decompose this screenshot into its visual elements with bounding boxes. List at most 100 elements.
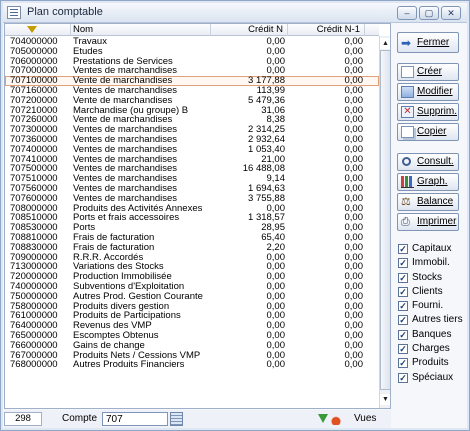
minimize-button[interactable]: – xyxy=(397,6,417,20)
table-row[interactable]: 750000000 Autres Prod. Gestion Courante 0,… xyxy=(5,291,379,302)
table-row[interactable]: 707000000 Ventes de marchandises 0,00 0,00 xyxy=(5,66,379,76)
filter-checkbox[interactable]: ✓ xyxy=(398,329,408,340)
column-header-code[interactable] xyxy=(5,24,71,36)
filter-checkbox-row[interactable]: ✓ Capitaux xyxy=(398,243,468,257)
table-row[interactable]: 708810000 Frais de facturation 65,40 0,00 xyxy=(5,233,379,243)
copier-button[interactable]: Copier xyxy=(397,123,459,141)
table-row[interactable]: 707560000 Ventes de marchandises 1 694,63 0… xyxy=(5,184,379,194)
table-row[interactable]: 708000000 Produits des Activités Annexes 0… xyxy=(5,203,379,214)
accounts-grid[interactable]: Nom Crédit N Crédit N-1 704000000 Travaux… xyxy=(4,23,391,409)
filter-checkbox-row[interactable]: ✓ Clients xyxy=(398,286,468,300)
table-row[interactable]: 713000000 Variations des Stocks 0,00 0,00 xyxy=(5,262,379,272)
filter-checkbox-row[interactable]: ✓ Autres tiers xyxy=(398,314,468,328)
filter-icon[interactable] xyxy=(318,414,328,423)
filter-checkbox-label: Immobil. xyxy=(412,257,450,269)
table-row[interactable]: 708510000 Ports et frais accessoires 1 318… xyxy=(5,213,379,223)
filter-checkbox[interactable]: ✓ xyxy=(398,301,408,312)
table-row[interactable]: 761000000 Produits de Participations 0,00 0… xyxy=(5,311,379,321)
creer-button[interactable]: Créer xyxy=(397,63,459,81)
vues-label[interactable]: Vues xyxy=(354,413,376,424)
filter-checkbox-label: Banques xyxy=(412,328,452,340)
table-row[interactable]: 707360000 Ventes de marchandises 2 932,64 0… xyxy=(5,135,379,145)
scroll-thumb[interactable] xyxy=(380,50,390,390)
plan-comptable-window: Plan comptable – ▢ ✕ Nom Crédit N Crédit… xyxy=(0,0,470,431)
table-row[interactable]: 707210000 Marchandise (ou groupe) B 31,06 0… xyxy=(5,105,379,116)
scroll-up-arrow-icon[interactable]: ▲ xyxy=(380,38,390,49)
compte-label: Compte xyxy=(62,413,98,424)
table-row[interactable]: 707260000 Vente de marchandises 8,38 0,00 xyxy=(5,115,379,125)
filter-checkbox-label: Stocks xyxy=(412,271,443,283)
filter-checkbox-row[interactable]: ✓ Stocks xyxy=(398,272,468,286)
flask-icon[interactable] xyxy=(331,413,341,425)
filter-checkbox[interactable]: ✓ xyxy=(398,315,408,326)
filter-checkbox-row[interactable]: ✓ Produits xyxy=(398,357,468,371)
account-name-cell: Frais de facturation xyxy=(73,242,155,253)
table-row[interactable]: 705000000 Etudes 0,00 0,00 xyxy=(5,46,379,57)
filter-checkbox-row[interactable]: ✓ Charges xyxy=(398,343,468,357)
sort-filter-icon[interactable] xyxy=(27,26,37,33)
table-row[interactable]: 707510000 Ventes de marchandises 9,14 0,00 xyxy=(5,174,379,184)
account-name-cell: Ventes de marchandises xyxy=(73,144,178,155)
filter-checkbox[interactable]: ✓ xyxy=(398,272,408,283)
filter-checkbox-row[interactable]: ✓ Immobil. xyxy=(398,257,468,271)
supprim-button[interactable]: ✕ Supprim. xyxy=(397,103,459,121)
filter-checkbox[interactable]: ✓ xyxy=(398,258,408,269)
account-name-cell: Ventes de marchandises xyxy=(73,66,178,77)
filter-checkbox[interactable]: ✓ xyxy=(398,344,408,355)
table-row[interactable]: 708830000 Frais de facturation 2,20 0,00 xyxy=(5,242,379,253)
account-name-cell: Produits divers gestion xyxy=(73,301,170,312)
filter-checkbox-label: Charges xyxy=(412,343,450,355)
table-row[interactable]: 764000000 Revenus des VMP 0,00 0,00 xyxy=(5,321,379,331)
close-button[interactable]: ✕ xyxy=(441,6,461,20)
column-header-credit-n[interactable]: Crédit N xyxy=(211,24,288,36)
filter-checkbox[interactable]: ✓ xyxy=(398,372,408,383)
grid-header: Nom Crédit N Crédit N-1 xyxy=(5,24,379,36)
table-row[interactable]: 720000000 Production Immobilisée 0,00 0,00 xyxy=(5,272,379,282)
filter-checkbox-row[interactable]: ✓ Fourni. xyxy=(398,300,468,314)
table-row[interactable]: 767000000 Produits Nets / Cessions VMP 0,0… xyxy=(5,350,379,361)
account-name-cell: Etudes xyxy=(73,46,103,57)
graph-button[interactable]: Graph. xyxy=(397,173,459,191)
table-row[interactable]: 708530000 Ports 28,95 0,00 xyxy=(5,223,379,233)
vertical-scrollbar[interactable]: ▲ ▼ xyxy=(379,36,390,408)
table-row[interactable]: 768000000 Autres Produits Financiers 0,00 0… xyxy=(5,360,379,370)
table-row[interactable]: 707500000 Ventes de marchandises 16 488,08… xyxy=(5,164,379,174)
scroll-down-arrow-icon[interactable]: ▼ xyxy=(380,394,390,405)
filter-checkbox[interactable]: ✓ xyxy=(398,244,408,254)
table-row[interactable]: 704000000 Travaux 0,00 0,00 xyxy=(5,37,379,47)
table-row[interactable]: 707400000 Ventes de marchandises 1 053,40 0… xyxy=(5,144,379,155)
table-row[interactable]: 706000000 Prestations de Services 0,00 0,00 xyxy=(5,56,379,67)
title-bar: Plan comptable – ▢ ✕ xyxy=(3,3,467,23)
compte-search-input[interactable] xyxy=(102,412,168,426)
account-name-cell: Frais de facturation xyxy=(73,232,155,243)
table-row[interactable]: 707200000 Vente de marchandises 5 479,36 0,… xyxy=(5,95,379,106)
account-name-cell: Marchandise (ou groupe) B xyxy=(73,105,189,116)
table-row[interactable]: 766000000 Gains de change 0,00 0,00 xyxy=(5,340,379,351)
fermer-button[interactable]: ➡ Fermer xyxy=(397,32,459,53)
imprimer-button[interactable]: ⎙ Imprimer xyxy=(397,213,459,231)
filter-checkbox[interactable]: ✓ xyxy=(398,286,408,297)
table-row[interactable]: 707600000 Ventes de marchandises 3 755,88 0… xyxy=(5,193,379,204)
maximize-button[interactable]: ▢ xyxy=(419,6,439,20)
table-row[interactable]: 758000000 Produits divers gestion 0,00 0,00 xyxy=(5,301,379,312)
modifier-button[interactable]: Modifier xyxy=(397,83,459,101)
table-row[interactable]: 740000000 Subventions d'Exploitation 0,00 0… xyxy=(5,282,379,292)
table-row[interactable]: 709000000 R.R.R. Accordés 0,00 0,00 xyxy=(5,252,379,263)
table-row[interactable]: 707410000 Ventes de marchandises 21,00 0,00 xyxy=(5,154,379,165)
column-header-credit-n1[interactable]: Crédit N-1 xyxy=(288,24,365,36)
filter-checkbox-row[interactable]: ✓ Spéciaux xyxy=(398,372,468,386)
copy-icon xyxy=(401,126,414,138)
consult-button[interactable]: Consult. xyxy=(397,153,459,171)
calculator-icon[interactable] xyxy=(170,412,183,426)
column-header-nom[interactable]: Nom xyxy=(71,24,211,36)
filter-checkbox[interactable]: ✓ xyxy=(398,358,408,369)
balance-button[interactable]: ⚖ Balance xyxy=(397,193,459,211)
filter-checkbox-row[interactable]: ✓ Banques xyxy=(398,329,468,343)
table-row[interactable]: 707300000 Ventes de marchandises 2 314,25 0… xyxy=(5,125,379,135)
filter-checkbox-label: Autres tiers xyxy=(412,314,463,326)
table-row[interactable]: 707100000 Vente de marchandises 3 177,88 0,… xyxy=(5,76,379,86)
credit-n-cell: 0,00 xyxy=(266,359,286,371)
account-name-cell: Vente de marchandises xyxy=(73,115,173,126)
table-row[interactable]: 707160000 Ventes de marchandises 113,99 0,0… xyxy=(5,86,379,96)
table-row[interactable]: 765000000 Escomptes Obtenus 0,00 0,00 xyxy=(5,331,379,341)
